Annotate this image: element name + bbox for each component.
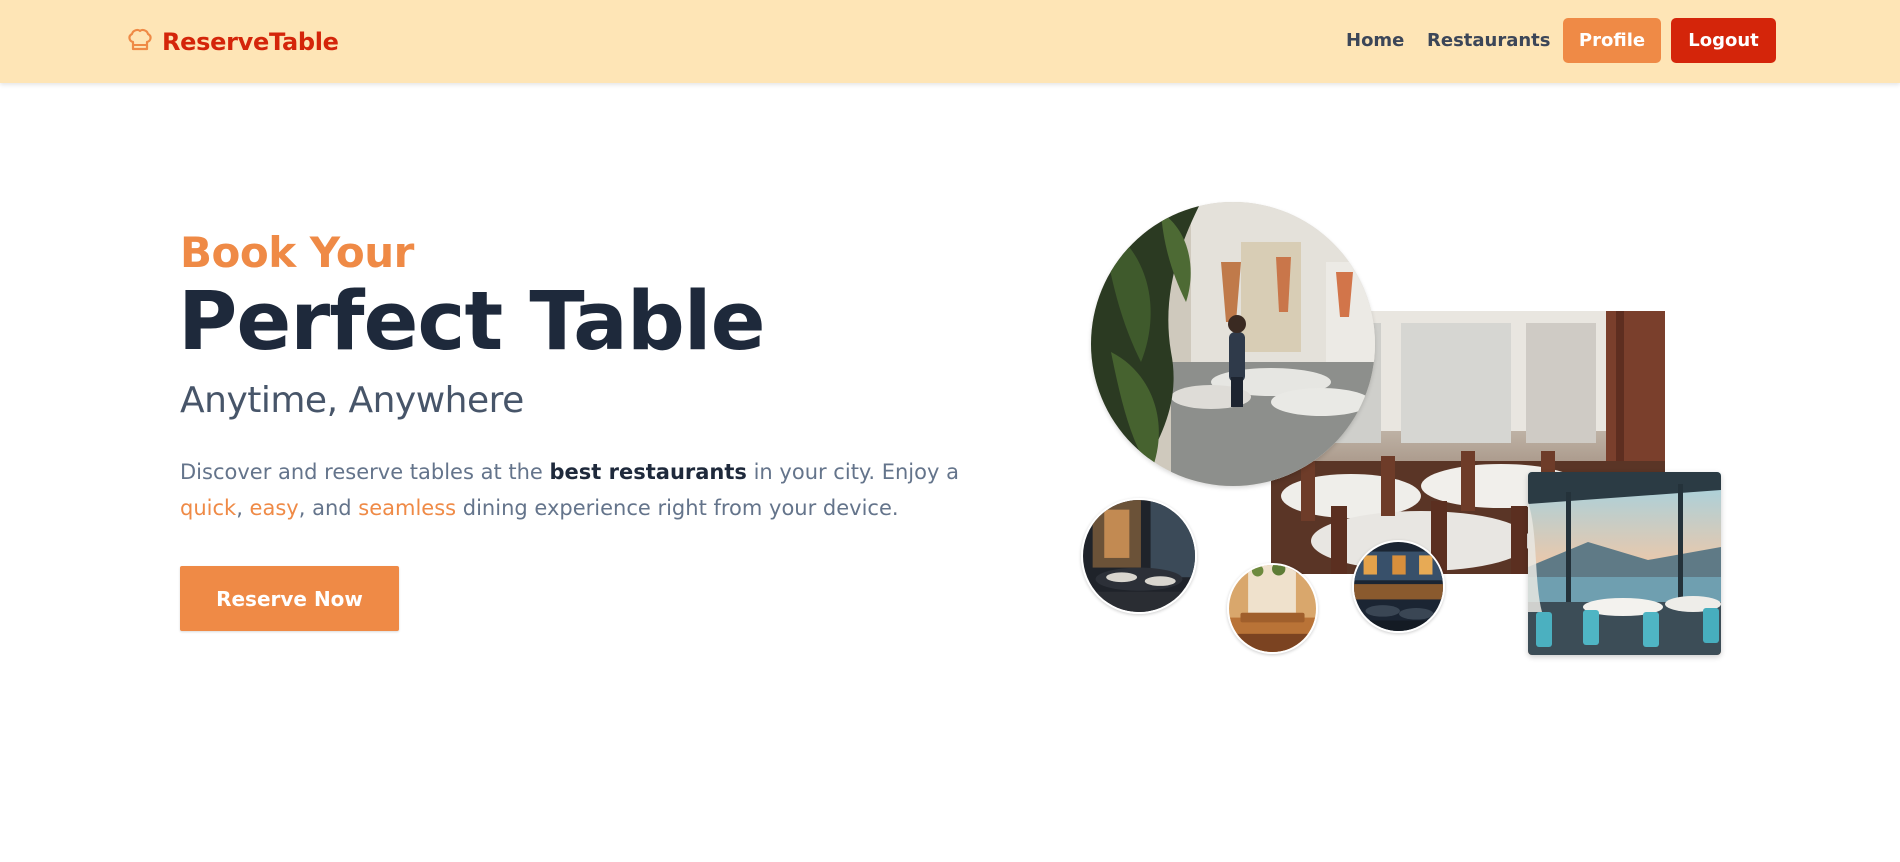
nav-home-link[interactable]: Home <box>1346 30 1404 51</box>
hero-subhead: Anytime, Anywhere <box>180 380 524 421</box>
logout-button[interactable]: Logout <box>1671 18 1776 63</box>
restaurant-interior-photo <box>1091 202 1375 486</box>
desc-text: Discover and reserve tables at the <box>180 460 550 484</box>
desc-text: , <box>236 496 250 520</box>
hero-headline: Perfect Table <box>178 275 766 369</box>
nav-restaurants-link[interactable]: Restaurants <box>1427 30 1551 51</box>
profile-button[interactable]: Profile <box>1563 18 1661 63</box>
reserve-now-button[interactable]: Reserve Now <box>180 566 399 631</box>
desc-text: in your city. Enjoy a <box>746 460 959 484</box>
desc-text: , and <box>298 496 359 520</box>
terrace-photo <box>1528 472 1721 655</box>
navbar: ReserveTable Home Restaurants Profile Lo… <box>0 0 1900 83</box>
desc-accent-seamless: seamless <box>358 496 457 520</box>
chef-hat-icon <box>126 26 154 58</box>
desc-highlight: best restaurants <box>549 460 747 484</box>
desc-accent-quick: quick <box>180 496 237 520</box>
dark-interior-photo <box>1081 498 1197 614</box>
hero-description: Discover and reserve tables at the best … <box>180 454 970 526</box>
bar-night-photo <box>1352 540 1445 633</box>
warm-interior-photo <box>1227 563 1318 654</box>
hero-eyebrow: Book Your <box>180 228 414 277</box>
brand-logo[interactable]: ReserveTable <box>126 26 339 58</box>
desc-text: dining experience right from your device… <box>456 496 899 520</box>
desc-accent-easy: easy <box>249 496 299 520</box>
brand-name: ReserveTable <box>162 28 339 56</box>
